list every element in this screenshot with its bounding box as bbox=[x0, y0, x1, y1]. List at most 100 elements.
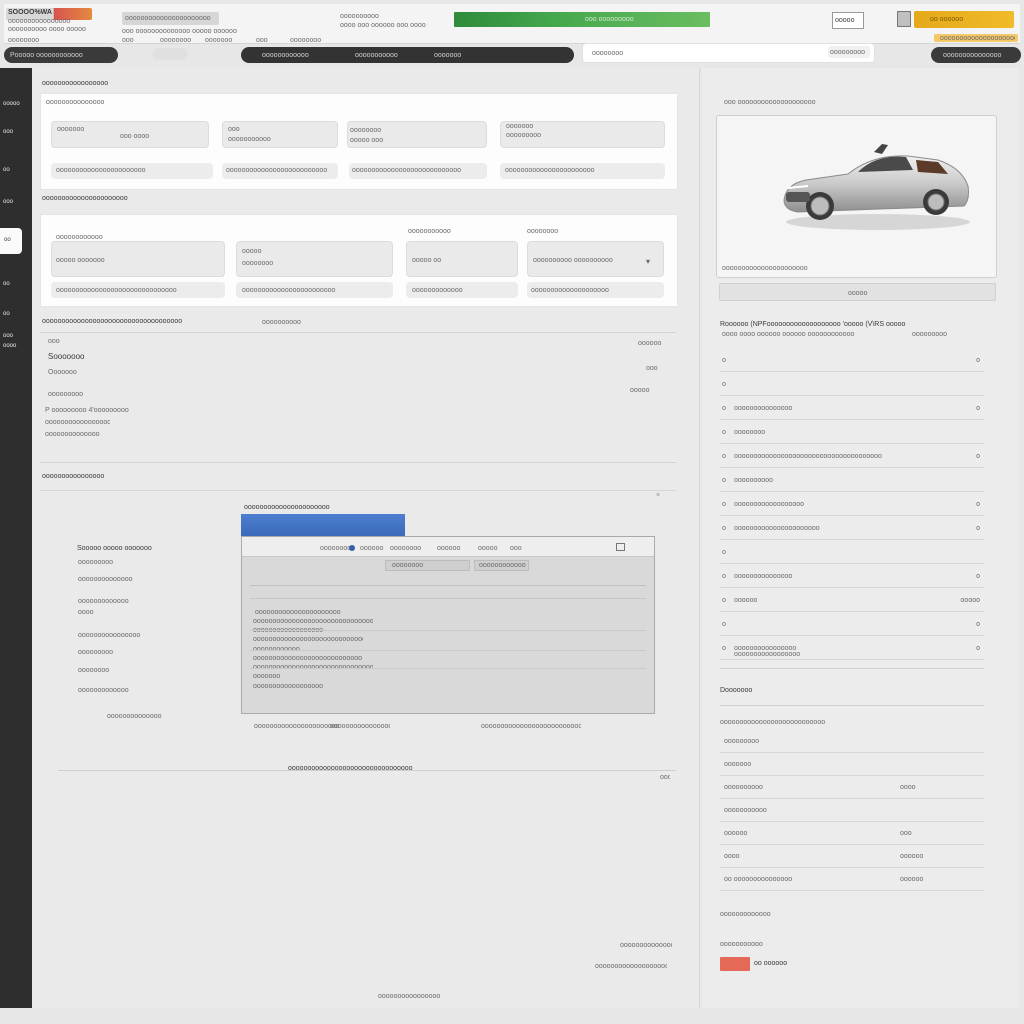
spec-row[interactable]: o ooooooooooooooo o bbox=[720, 396, 984, 420]
detail-row-value: oooooo bbox=[900, 853, 924, 860]
spec-row[interactable]: oo bbox=[720, 348, 984, 372]
action-button[interactable] bbox=[720, 957, 750, 971]
list-item[interactable]: ooooooooo bbox=[78, 648, 128, 657]
detail-row[interactable]: oooooooooo oooo bbox=[720, 776, 984, 799]
spec-row[interactable]: o ooooooooooooooo o bbox=[720, 564, 984, 588]
field-value: ooooo ooooooo bbox=[56, 257, 105, 264]
search-input[interactable]: oooooooo bbox=[592, 49, 662, 58]
spec-row-index: o bbox=[722, 501, 726, 508]
spec-row[interactable]: o oooooooooo bbox=[720, 468, 984, 492]
list-item[interactable]: oooooooooooooooo bbox=[78, 631, 143, 640]
field-value: oooooooooooooooooooooooooooo bbox=[352, 167, 462, 174]
spec-row[interactable]: o oooooooooooooooooo o bbox=[720, 492, 984, 516]
spec-row-value: o bbox=[976, 525, 980, 532]
dialog-head-item[interactable]: ooo bbox=[510, 544, 530, 553]
nav-row-item[interactable]: oooooooo bbox=[8, 36, 108, 45]
dialog-title: oooooooooooooooooooooo bbox=[244, 504, 330, 511]
chevron-down-icon[interactable]: ▾ bbox=[646, 257, 650, 266]
list-item[interactable]: oooooooo bbox=[78, 666, 128, 675]
sidebar-item[interactable]: ooo bbox=[3, 196, 29, 208]
specs-subtitle: oooo oooo oooooo oooooo oooooooooooo bbox=[722, 331, 855, 338]
dialog-footer-link[interactable]: ooooooooooooooooooooooooo bbox=[254, 722, 339, 731]
radio-icon[interactable] bbox=[349, 545, 355, 551]
dialog-footer-link[interactable]: ooooooooooooooooooooooooooooo bbox=[481, 722, 581, 731]
divider bbox=[720, 705, 984, 706]
spec-row-value: o bbox=[976, 621, 980, 628]
nav-row-item[interactable]: ooo bbox=[122, 36, 152, 45]
dialog-footer-link[interactable]: oooooooooooooooooo bbox=[330, 722, 390, 731]
nav-row-item[interactable]: ooooooo bbox=[205, 36, 245, 45]
spec-row[interactable]: o oooooooooooooooooooooo o bbox=[720, 516, 984, 540]
progress-label: ooo ooooooooo bbox=[585, 16, 634, 23]
spec-row-label: oooooooooo bbox=[734, 477, 773, 484]
dialog-rule bbox=[250, 650, 646, 651]
dialog-rule bbox=[250, 668, 646, 669]
sidebar-item[interactable]: oo bbox=[3, 308, 29, 320]
list-title: Sooooo ooooo ooooooo bbox=[77, 545, 152, 552]
user-icon[interactable] bbox=[897, 11, 911, 27]
dialog-tab-active[interactable] bbox=[241, 514, 405, 536]
list-item[interactable]: ooooooooooooo bbox=[78, 686, 138, 695]
spec-row-value: o bbox=[976, 453, 980, 460]
spec-row-index: o bbox=[722, 405, 726, 412]
detail-row[interactable]: ooooooooo bbox=[720, 822, 984, 845]
detail-row[interactable]: ooooooooooo bbox=[720, 799, 984, 822]
dialog-head-item[interactable]: oooooooo bbox=[390, 544, 425, 553]
spec-row-index: o bbox=[722, 573, 726, 580]
list-item[interactable]: ooooooooo bbox=[78, 558, 128, 567]
spec-row-index: o bbox=[722, 477, 726, 484]
field-value: ooooooooo bbox=[506, 132, 542, 139]
spec-row-value: o bbox=[976, 357, 980, 364]
nav-row-item[interactable]: oooooooo bbox=[160, 36, 200, 45]
list-item[interactable]: oooooooooooooo bbox=[78, 575, 138, 584]
dialog-head-item[interactable]: oooooo bbox=[360, 544, 390, 553]
spec-row[interactable]: o oooooooooooooooooooooooooooooooooooooo o bbox=[720, 444, 984, 468]
details-top-label: ooo oooooooooooooooooooo bbox=[724, 99, 816, 106]
maximize-icon[interactable] bbox=[616, 543, 625, 551]
spec-row-value: o bbox=[976, 405, 980, 412]
bottom-link[interactable]: oooooooooooooooooooooooooooooooooooooooo… bbox=[288, 764, 413, 773]
dialog-line: oooooooooooooooooooooo bbox=[255, 609, 341, 616]
info-right: ooooo bbox=[630, 387, 650, 394]
sidebar-item[interactable]: oooo bbox=[3, 340, 29, 352]
section-link[interactable]: oooooooooo bbox=[262, 318, 312, 327]
detail-row[interactable]: oooo oooooo bbox=[720, 845, 984, 868]
spec-row[interactable]: o bbox=[720, 540, 984, 564]
dialog-head-item[interactable]: ooooo bbox=[478, 544, 503, 553]
info-line: ooo bbox=[48, 338, 60, 345]
list-item[interactable]: oooo bbox=[78, 608, 108, 617]
field-value: ooooooooooo bbox=[228, 136, 271, 143]
detail-row[interactable]: oo ooooooooooooooo oooooo bbox=[720, 868, 984, 891]
tab-label[interactable]: ooooooo bbox=[434, 51, 474, 60]
sidebar-item[interactable]: oo bbox=[3, 164, 29, 176]
field-value: ooo oooo bbox=[120, 133, 150, 140]
field-label: ooooo bbox=[242, 248, 262, 255]
nav-row-item[interactable]: ooo bbox=[256, 36, 276, 45]
tab-label[interactable]: oooooooooooo bbox=[262, 51, 322, 60]
spec-row-label: oooooooo bbox=[734, 429, 766, 436]
sidebar-item[interactable]: ooooo bbox=[3, 98, 29, 110]
close-icon[interactable]: × bbox=[656, 492, 660, 499]
small-note: oooooooooooooo bbox=[107, 713, 162, 720]
nav-tab[interactable] bbox=[153, 48, 188, 60]
form-panel-sub: ooooooooooooooo bbox=[46, 99, 105, 106]
sidebar bbox=[0, 68, 32, 1008]
spec-row-index: o bbox=[722, 645, 726, 652]
spec-row[interactable]: oo bbox=[720, 612, 984, 636]
nav-row-item[interactable]: oooooooo bbox=[290, 36, 340, 45]
sidebar-item[interactable]: ooo bbox=[3, 126, 29, 138]
field-value: ooooooooooooooooooooooooooooooo bbox=[56, 287, 177, 294]
tab-label[interactable]: ooooooooooo bbox=[355, 51, 405, 60]
dialog-head-item[interactable]: ooooooooooooooo bbox=[320, 544, 350, 553]
dialog-head-item[interactable]: oooooo bbox=[437, 544, 472, 553]
spec-row[interactable]: o oooooo ooooo bbox=[720, 588, 984, 612]
detail-row-label: oo ooooooooooooooo bbox=[724, 876, 793, 883]
dialog-line: oooooooooooooooooooooooooooo bbox=[253, 655, 363, 662]
detail-row-label: oooo bbox=[724, 853, 740, 860]
list-item[interactable]: ooooooooooooo bbox=[78, 597, 138, 606]
sidebar-item[interactable]: oo bbox=[3, 278, 29, 290]
detail-row[interactable]: ooooooo bbox=[720, 753, 984, 776]
spec-row[interactable]: o bbox=[720, 372, 984, 396]
detail-row[interactable]: ooooooooo bbox=[720, 730, 984, 753]
spec-row[interactable]: o oooooooo bbox=[720, 420, 984, 444]
